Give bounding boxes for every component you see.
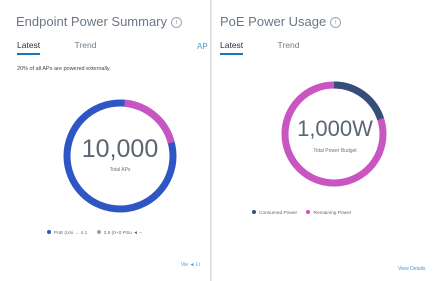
legend-item-consumed: Consumed Power	[252, 210, 297, 216]
legend-item: 3.5 (0+0 PSu ◄ –	[96, 230, 142, 236]
view-link[interactable]: Vie ◄ Li	[181, 262, 200, 268]
view-details-link[interactable]: View Details	[398, 266, 425, 272]
endpoint-power-summary-panel: Endpoint Power Summary i Latest Trend AP …	[0, 0, 211, 281]
external-power-note: 20% of all APs are powered externally.	[17, 66, 111, 72]
tab-latest[interactable]: Latest	[220, 40, 244, 55]
tabs: Latest Trend	[220, 40, 331, 55]
power-budget-label: Total Power Budget	[313, 148, 357, 154]
info-icon[interactable]: i	[171, 17, 183, 28]
total-aps-label: Total APs	[109, 167, 131, 173]
legend: PoE (Uni → 4.1 3.5 (0+0 PSu ◄ –	[47, 230, 150, 236]
legend-item-remaining: Remaining Power	[306, 210, 351, 216]
panel-title: PoE Power Usage i	[220, 14, 342, 29]
tab-trend[interactable]: Trend	[75, 40, 97, 53]
panel-title: Endpoint Power Summary i	[16, 14, 183, 29]
legend-dot-icon	[96, 230, 101, 234]
power-budget-value: 1,000W	[297, 116, 373, 141]
total-aps-value: 10,000	[81, 135, 159, 163]
legend: Consumed Power Remaining Power	[252, 210, 359, 216]
poe-power-usage-panel: PoE Power Usage i Latest Trend 1,000W Tot…	[211, 0, 439, 281]
tabs: Latest Trend	[17, 40, 128, 55]
tab-latest[interactable]: Latest	[17, 40, 41, 55]
tab-trend[interactable]: Trend	[278, 40, 300, 53]
legend-dot-icon	[306, 210, 311, 214]
truncated-header-text: AP	[197, 42, 208, 51]
legend-dot-icon	[47, 230, 51, 234]
legend-dot-icon	[252, 210, 256, 214]
legend-item: PoE (Uni → 4.1	[47, 230, 87, 236]
donut-segment-blue	[333, 81, 384, 121]
info-icon[interactable]: i	[330, 17, 342, 28]
